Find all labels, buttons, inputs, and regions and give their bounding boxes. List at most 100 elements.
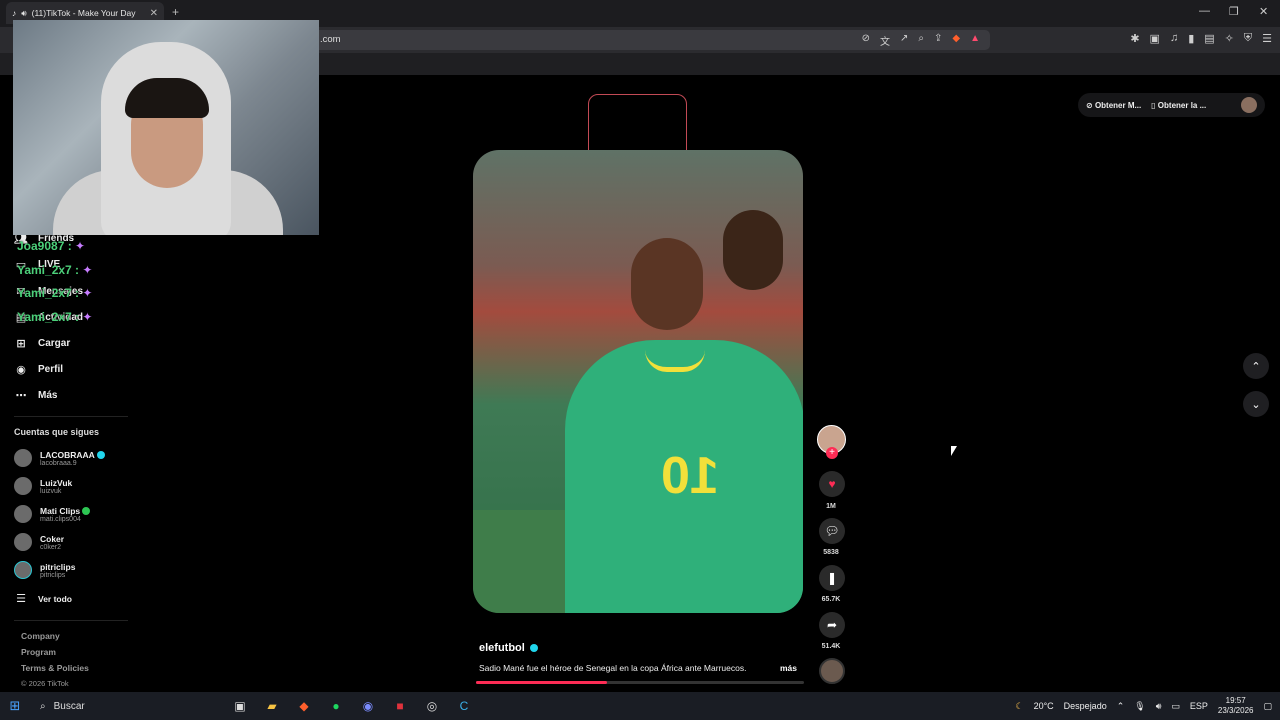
- close-window-button[interactable]: ✕: [1259, 5, 1268, 18]
- chat-message: Yami_2x7 : ✦: [17, 286, 92, 300]
- notifications-icon[interactable]: ▢: [1263, 701, 1272, 712]
- clock-date: 23/3/2026: [1217, 706, 1254, 715]
- minimize-button[interactable]: —: [1199, 5, 1210, 17]
- wallet-icon[interactable]: ▤: [1204, 32, 1214, 45]
- chat-emote-icon: ✦: [82, 286, 93, 300]
- video-player[interactable]: 10: [473, 150, 803, 613]
- open-external-icon[interactable]: ↗: [900, 33, 908, 48]
- next-video-button[interactable]: ⌄: [1243, 391, 1269, 417]
- heart-icon: ♥: [828, 477, 836, 491]
- maximize-button[interactable]: ❐: [1229, 5, 1239, 18]
- windows-start-icon[interactable]: ⊞: [0, 698, 30, 714]
- comment-button[interactable]: 💬︎: [819, 518, 845, 544]
- get-app-button[interactable]: ▯ Obtener la ...: [1151, 101, 1206, 110]
- footer-program-link[interactable]: Program: [21, 647, 56, 657]
- zoom-icon[interactable]: ⌕: [918, 33, 924, 48]
- like-button[interactable]: ♥: [819, 471, 845, 497]
- account-handle: luizvuk: [40, 487, 62, 495]
- vpn-icon[interactable]: ⛨: [1244, 32, 1252, 45]
- chat-emote-icon: ✦: [82, 263, 93, 277]
- music-icon[interactable]: ♫: [1170, 32, 1178, 45]
- like-count: 1M: [826, 503, 836, 510]
- brave-browser-icon[interactable]: ◆: [288, 699, 320, 713]
- volume-icon[interactable]: 🔊︎: [1156, 701, 1162, 712]
- language-indicator[interactable]: ESP: [1190, 701, 1208, 711]
- avatar: [14, 505, 32, 523]
- tiktok-favicon-icon: ♪: [12, 8, 17, 18]
- video-player-head: [631, 238, 703, 330]
- menu-icon[interactable]: ☰: [1262, 32, 1272, 45]
- weather-temp[interactable]: 20°C: [1034, 701, 1054, 711]
- account-name: LuizVuk: [40, 477, 73, 488]
- following-account[interactable]: pitriclips pitriclips: [14, 561, 75, 579]
- taskbar-search[interactable]: ⌕ Buscar: [34, 695, 224, 717]
- system-tray: ☾ 20°C Despejado ⌃ 🎙︎ 🔊︎ ▭ ESP 19:57 23/…: [1015, 692, 1272, 720]
- following-account[interactable]: LACOBRAAA lacobraaa.9: [14, 449, 105, 467]
- video-progress-bar[interactable]: [476, 681, 804, 684]
- webcam-overlay: [13, 20, 319, 235]
- share-button[interactable]: ➦: [819, 612, 845, 638]
- file-explorer-icon[interactable]: ▰: [256, 699, 288, 713]
- get-coins-button[interactable]: ⊘ Obtener M...: [1086, 101, 1141, 110]
- new-tab-button[interactable]: +: [172, 5, 179, 19]
- tray-chevron-icon[interactable]: ⌃: [1117, 701, 1125, 712]
- avatar[interactable]: [1241, 97, 1257, 113]
- network-icon[interactable]: ▭: [1171, 701, 1180, 712]
- verified-icon: [529, 644, 538, 653]
- sound-disc-icon[interactable]: [819, 658, 845, 684]
- extensions-icon[interactable]: ✱: [1130, 32, 1139, 45]
- chevron-up-icon: ⌃: [1251, 360, 1261, 373]
- sidebar-item-more[interactable]: ⋯ Más: [14, 389, 58, 402]
- sidebar-divider: [14, 416, 128, 417]
- address-bar[interactable]: .com ⊘ 文 ↗ ⌕ ⇪ ◆ ▲: [300, 30, 990, 50]
- avatar: [14, 561, 32, 579]
- sidebar-divider: [14, 620, 128, 621]
- top-right-actions: ⊘ Obtener M... ▯ Obtener la ...: [1078, 93, 1265, 117]
- following-account[interactable]: Coker c0ker2: [14, 533, 64, 551]
- microphone-icon[interactable]: 🎙︎: [1134, 701, 1145, 712]
- save-button[interactable]: ❚: [819, 565, 845, 591]
- leo-ai-icon[interactable]: ✧: [1225, 32, 1234, 45]
- url-text: .com: [320, 34, 341, 45]
- brave-shield-icon[interactable]: ◆: [952, 33, 960, 48]
- translate-icon[interactable]: 文: [880, 33, 890, 48]
- spotify-icon[interactable]: ●: [320, 699, 352, 713]
- sidebar-icon[interactable]: ▮: [1188, 32, 1194, 45]
- voicemeeter-icon[interactable]: ■: [384, 699, 416, 713]
- windows-taskbar: ⊞ ⌕ Buscar ▣ ▰ ◆ ● ◉ ■ ◎ C ☾ 20°C Despej…: [0, 692, 1280, 720]
- account-name: Coker: [40, 533, 65, 544]
- follow-plus-icon[interactable]: +: [826, 447, 838, 459]
- see-all-button[interactable]: ☰ Ver todo: [14, 592, 72, 605]
- chat-emote-icon: ✦: [75, 239, 86, 253]
- caption-more-button[interactable]: más: [780, 663, 797, 673]
- screenshot-icon[interactable]: ▣: [1150, 32, 1160, 45]
- weather-text[interactable]: Despejado: [1064, 701, 1107, 711]
- footer-company-link[interactable]: Company: [21, 631, 60, 641]
- speaker-icon[interactable]: 🔊︎: [21, 8, 26, 19]
- following-account[interactable]: LuizVuk luizvuk: [14, 477, 72, 495]
- chevron-down-icon: ⌄: [1251, 398, 1261, 411]
- jersey-number: 10: [661, 447, 719, 505]
- previous-video-button[interactable]: ⌃: [1243, 353, 1269, 379]
- sidebar-item-profile[interactable]: ◉ Perfil: [14, 363, 63, 376]
- app-c-icon[interactable]: C: [448, 699, 480, 713]
- video-author[interactable]: elefutbol: [479, 642, 538, 654]
- account-name: Mati Clips: [40, 505, 81, 516]
- task-view-icon[interactable]: ▣: [224, 699, 256, 713]
- share-count: 51.4K: [821, 643, 841, 650]
- brave-rewards-icon[interactable]: ▲: [970, 33, 980, 48]
- clock[interactable]: 19:57 23/3/2026: [1218, 696, 1254, 716]
- bookmark-icon: ❚: [826, 571, 838, 585]
- close-tab-icon[interactable]: ✕: [150, 8, 158, 19]
- obs-icon[interactable]: ◎: [416, 699, 448, 713]
- sidebar-item-upload[interactable]: ⊞ Cargar: [14, 337, 70, 350]
- no-translate-icon[interactable]: ⊘: [862, 33, 870, 48]
- discord-icon[interactable]: ◉: [352, 699, 384, 713]
- chat-user: Yami_2x7 :: [17, 263, 80, 277]
- footer-terms-link[interactable]: Terms & Policies: [21, 663, 89, 673]
- chat-emote-icon: ✦: [82, 310, 93, 324]
- profile-icon: ◉: [16, 364, 26, 376]
- account-name: pitriclips: [40, 561, 76, 572]
- share-icon[interactable]: ⇪: [934, 33, 942, 48]
- following-account[interactable]: Mati Clips mati.clips004: [14, 505, 91, 523]
